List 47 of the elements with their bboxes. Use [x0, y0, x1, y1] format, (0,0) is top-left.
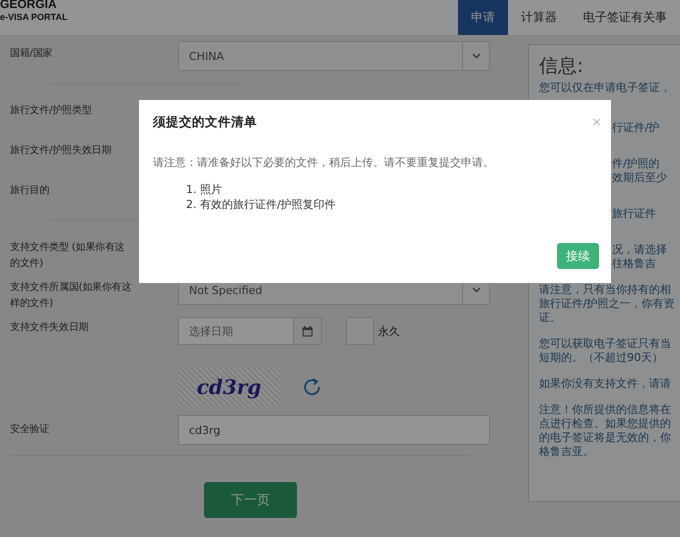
select-field[interactable]: CHINA — [178, 41, 490, 71]
field-label: 支持文件失效日期 — [9, 320, 90, 335]
calendar-icon — [302, 326, 313, 336]
chevron-down-icon — [472, 53, 480, 59]
nav-tab[interactable]: 计算器 — [508, 0, 570, 35]
refresh-icon[interactable] — [302, 377, 322, 397]
info-text: 行证件/护 — [612, 121, 660, 135]
info-text: 您可以获取电子签证只有当 — [539, 337, 671, 351]
modal-title: 须提交的文件清单 — [153, 114, 257, 131]
info-text: 往格鲁吉 — [612, 257, 656, 271]
info-text: 如果你没有支持文件，请请 — [539, 377, 671, 391]
info-text: 点进行检查。如果您提供的 — [539, 417, 671, 431]
info-text: 的电子签证将是无效的，你 — [539, 431, 671, 445]
info-text: 旅行证件/护照之一，你有资 — [539, 297, 675, 311]
info-text: 件/护照的 — [612, 157, 660, 171]
field-label: 旅行文件/护照类型 — [9, 104, 93, 118]
checkbox[interactable] — [346, 317, 374, 345]
nav-tab[interactable]: 申请 — [458, 0, 508, 35]
nav-tab[interactable]: 电子签证有关事 — [570, 0, 680, 35]
field-label: 国籍/国家 — [9, 46, 54, 61]
document-item: 1. 照片 — [186, 182, 223, 197]
info-text: 格鲁吉亚。 — [539, 445, 594, 459]
continue-button[interactable]: 接续 — [557, 243, 599, 269]
document-item: 2. 有效的旅行证件/护照复印件 — [186, 197, 337, 212]
next-page-button[interactable]: 下一页 — [204, 482, 297, 518]
field-label: 安全验证 — [9, 422, 50, 437]
field-label: 支持文件类型 (如果你有这的文件) — [9, 240, 126, 271]
captcha-input[interactable]: cd3rg — [178, 415, 490, 445]
info-text: 证。 — [539, 311, 561, 325]
captcha-image: cd3rg — [178, 367, 280, 407]
chevron-down-icon — [472, 287, 480, 293]
checkbox-label: 永久 — [378, 324, 400, 338]
info-text: 效期后至少 — [612, 171, 667, 185]
date-field[interactable]: 选择日期 — [178, 317, 294, 345]
modal-note: 请注意：请准备好以下必要的文件，稍后上传。请不要重复提交申请。 — [153, 155, 495, 170]
info-title: 信息: — [539, 54, 584, 79]
info-text: 旅行证件 — [612, 207, 656, 221]
info-text: 短期的。（不超过90天） — [539, 351, 663, 365]
info-text: 注意！你所提供的信息将在 — [539, 403, 671, 417]
calendar-button[interactable] — [294, 317, 322, 345]
info-text: 请注意，只有当你持有的相 — [539, 283, 671, 297]
info-text: 您可以仅在申请电子签证， — [539, 81, 671, 95]
info-text: 况，请选择 — [612, 243, 667, 257]
field-label: 旅行文件/护照失效日期 — [9, 144, 112, 158]
field-label: 支持文件所属国(如果你有这样的文件) — [9, 280, 132, 311]
field-label: 旅行目的 — [9, 184, 50, 198]
logo-subtitle: e-VISA PORTAL — [0, 11, 68, 23]
